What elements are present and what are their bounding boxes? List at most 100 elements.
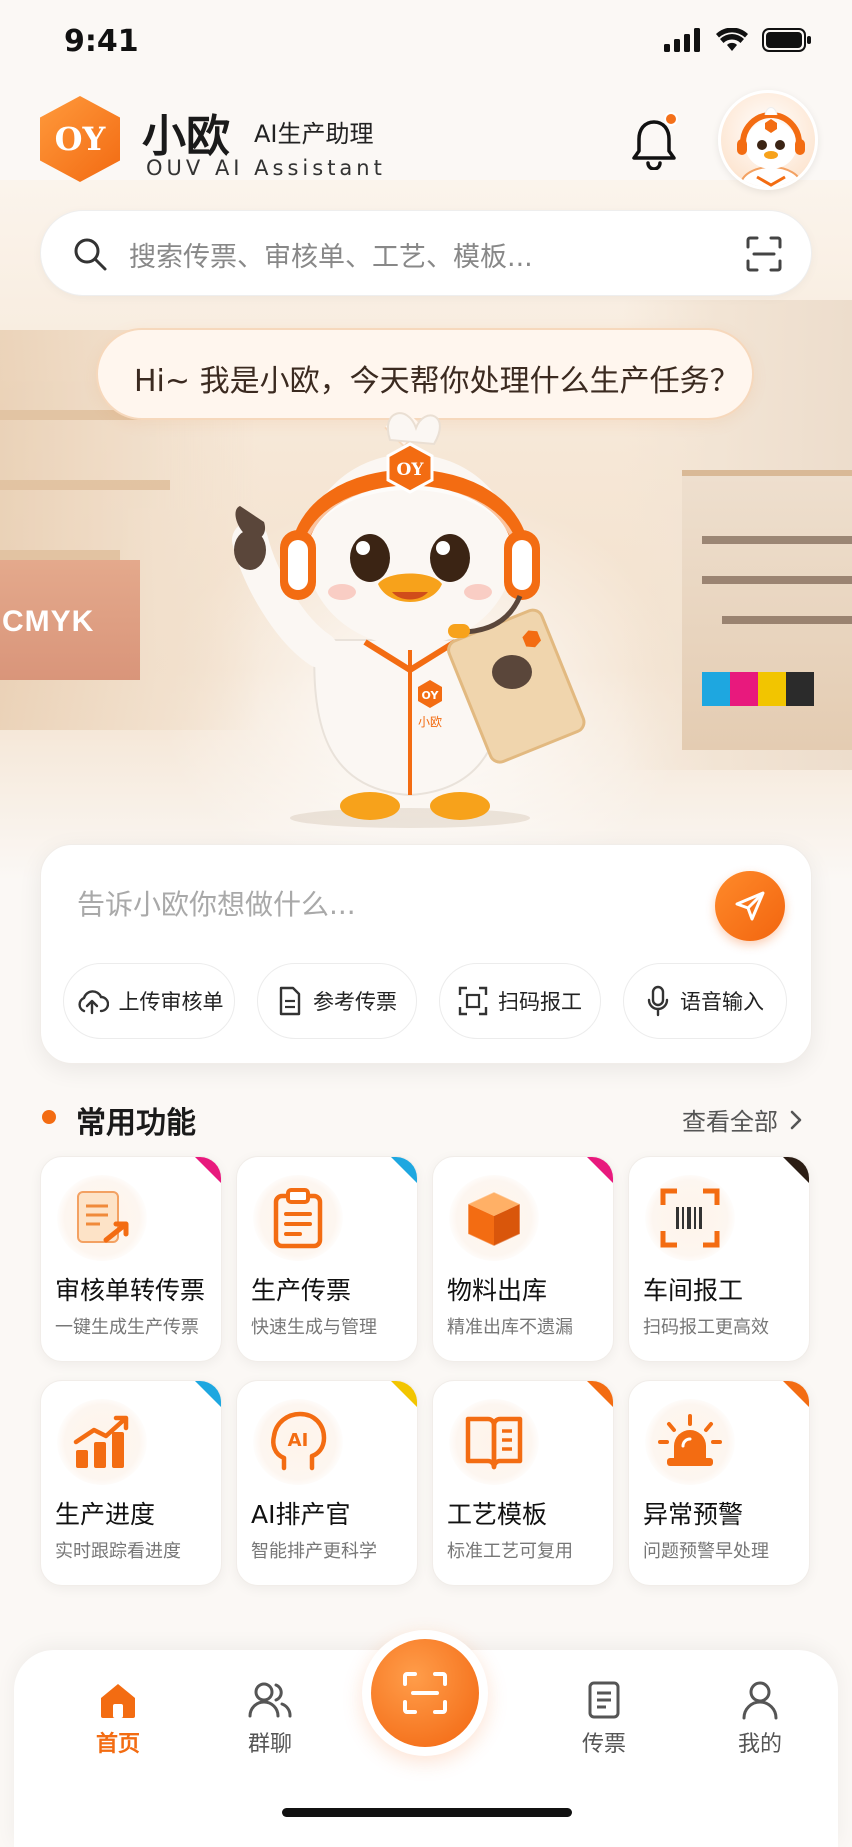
home-indicator [282,1808,572,1817]
nav-tickets[interactable]: 传票 [544,1680,664,1758]
nav-profile[interactable]: 我的 [700,1680,820,1758]
ticket-icon [588,1681,620,1719]
feature-card-anomaly-alert[interactable]: 异常预警 问题预警早处理 [628,1380,810,1586]
center-scan-inner [371,1639,479,1747]
app-logo: OY [40,96,120,182]
box-icon [467,1191,521,1247]
card-icon-wrap [645,1399,735,1485]
card-title: 物料出库 [447,1276,548,1305]
feature-card-process-template[interactable]: 工艺模板 标准工艺可复用 [432,1380,614,1586]
app-screen: CMYK 9:41 OY 小欧 AI生产助理 OUV AI Assistant [0,0,852,1847]
review-to-ticket-icon [77,1191,129,1243]
corner-tag [783,1157,809,1183]
app-tag: AI生产助理 [254,120,374,148]
mascot-illustration: OY 小欧 OY [232,412,586,828]
black-swatch [786,672,814,706]
chip-label: 参考传票 [313,990,397,1014]
corner-tag [587,1157,613,1183]
cmyk-sign: CMYK [0,560,140,680]
chat-composer: 告诉小欧你想做什么... 上传审核单 参考传票 扫码报工 语音输入 [40,844,812,1064]
notification-dot [664,112,678,126]
nav-home[interactable]: 首页 [58,1680,178,1758]
yellow-swatch [758,672,786,706]
bar-chart-icon [73,1415,129,1468]
mascot-chest-badge: OY [422,689,440,702]
card-title: AI排产官 [251,1500,351,1529]
send-icon [735,891,765,921]
card-icon-wrap: AI [253,1399,343,1485]
card-desc: 扫码报工更高效 [643,1317,769,1338]
card-title: 生产进度 [55,1500,156,1529]
corner-tag [587,1381,613,1407]
nav-label: 群聊 [247,1732,292,1757]
feature-card-production-progress[interactable]: 生产进度 实时跟踪看进度 [40,1380,222,1586]
card-icon-wrap [57,1399,147,1485]
nav-group-chat[interactable]: 群聊 [210,1680,330,1758]
card-icon-wrap [449,1175,539,1261]
scan-icon [403,1672,447,1714]
nav-label: 我的 [737,1732,782,1757]
corner-tag [783,1381,809,1407]
search-icon [74,238,107,271]
card-title: 工艺模板 [447,1500,548,1529]
search-bar[interactable]: 搜索传票、审核单、工艺、模板... [40,210,812,296]
home-icon [101,1684,135,1718]
card-desc: 精准出库不遗漏 [447,1317,573,1338]
app-subtitle: OUV AI Assistant [146,156,386,180]
group-icon [248,1682,292,1718]
voice-input-button[interactable]: 语音输入 [623,963,787,1039]
signal-icon [664,28,700,52]
avatar[interactable] [718,90,818,190]
wifi-icon [716,28,748,51]
chip-label: 上传审核单 [118,990,224,1014]
card-desc: 实时跟踪看进度 [55,1541,181,1562]
feature-card-production-ticket[interactable]: 生产传票 快速生成与管理 [236,1156,418,1362]
scan-icon [458,986,488,1016]
clipboard-icon [273,1188,323,1249]
corner-tag [391,1381,417,1407]
magenta-swatch [730,672,758,706]
ai-head-icon: AI [271,1411,327,1471]
app-name: 小欧 [142,111,230,162]
card-title: 审核单转传票 [55,1276,206,1305]
corner-tag [195,1381,221,1407]
search-input[interactable]: 搜索传票、审核单、工艺、模板... [129,235,533,274]
scan-report-button[interactable]: 扫码报工 [439,963,601,1039]
nav-label: 首页 [95,1732,140,1757]
mascot-avatar-icon [737,107,805,187]
view-all-link[interactable]: 查看全部 [682,1102,802,1137]
send-button[interactable] [715,871,785,941]
feature-card-ai-scheduler[interactable]: AI AI排产官 智能排产更科学 [236,1380,418,1586]
section-title: 常用功能 [76,1106,196,1141]
card-title: 异常预警 [643,1500,744,1529]
card-title: 车间报工 [643,1276,744,1305]
card-desc: 问题预警早处理 [643,1541,769,1562]
card-desc: 标准工艺可复用 [447,1541,573,1562]
document-icon [279,986,301,1016]
cyan-swatch [702,672,730,706]
card-icon-wrap [57,1175,147,1261]
chat-input[interactable]: 告诉小欧你想做什么... [77,883,356,923]
card-icon-wrap [253,1175,343,1261]
scan-icon[interactable] [745,235,783,273]
section-dot [42,1110,56,1124]
chevron-right-icon [790,1110,802,1129]
feature-card-review-to-ticket[interactable]: 审核单转传票 一键生成生产传票 [40,1156,222,1362]
barcode-scan-icon [660,1188,720,1248]
feature-card-material-outbound[interactable]: 物料出库 精准出库不遗漏 [432,1156,614,1362]
card-desc: 一键生成生产传票 [55,1317,199,1338]
card-desc: 智能排产更科学 [251,1541,377,1562]
chip-label: 语音输入 [680,990,764,1014]
center-scan-button[interactable] [362,1630,488,1756]
feature-card-workshop-report[interactable]: 车间报工 扫码报工更高效 [628,1156,810,1362]
corner-tag [195,1157,221,1183]
feature-grid: 审核单转传票 一键生成生产传票 生产传票 快速生成与管理 物料出库 精准出库不遗… [40,1156,812,1586]
greeting-text: Hi~ 我是小欧，今天帮你处理什么生产任务？ [134,364,740,399]
card-title: 生产传票 [251,1276,352,1305]
reference-ticket-button[interactable]: 参考传票 [257,963,417,1039]
card-desc: 快速生成与管理 [251,1317,377,1338]
microphone-icon [647,985,669,1017]
upload-review-button[interactable]: 上传审核单 [63,963,235,1039]
user-icon [742,1681,778,1720]
printing-machine [682,470,852,750]
